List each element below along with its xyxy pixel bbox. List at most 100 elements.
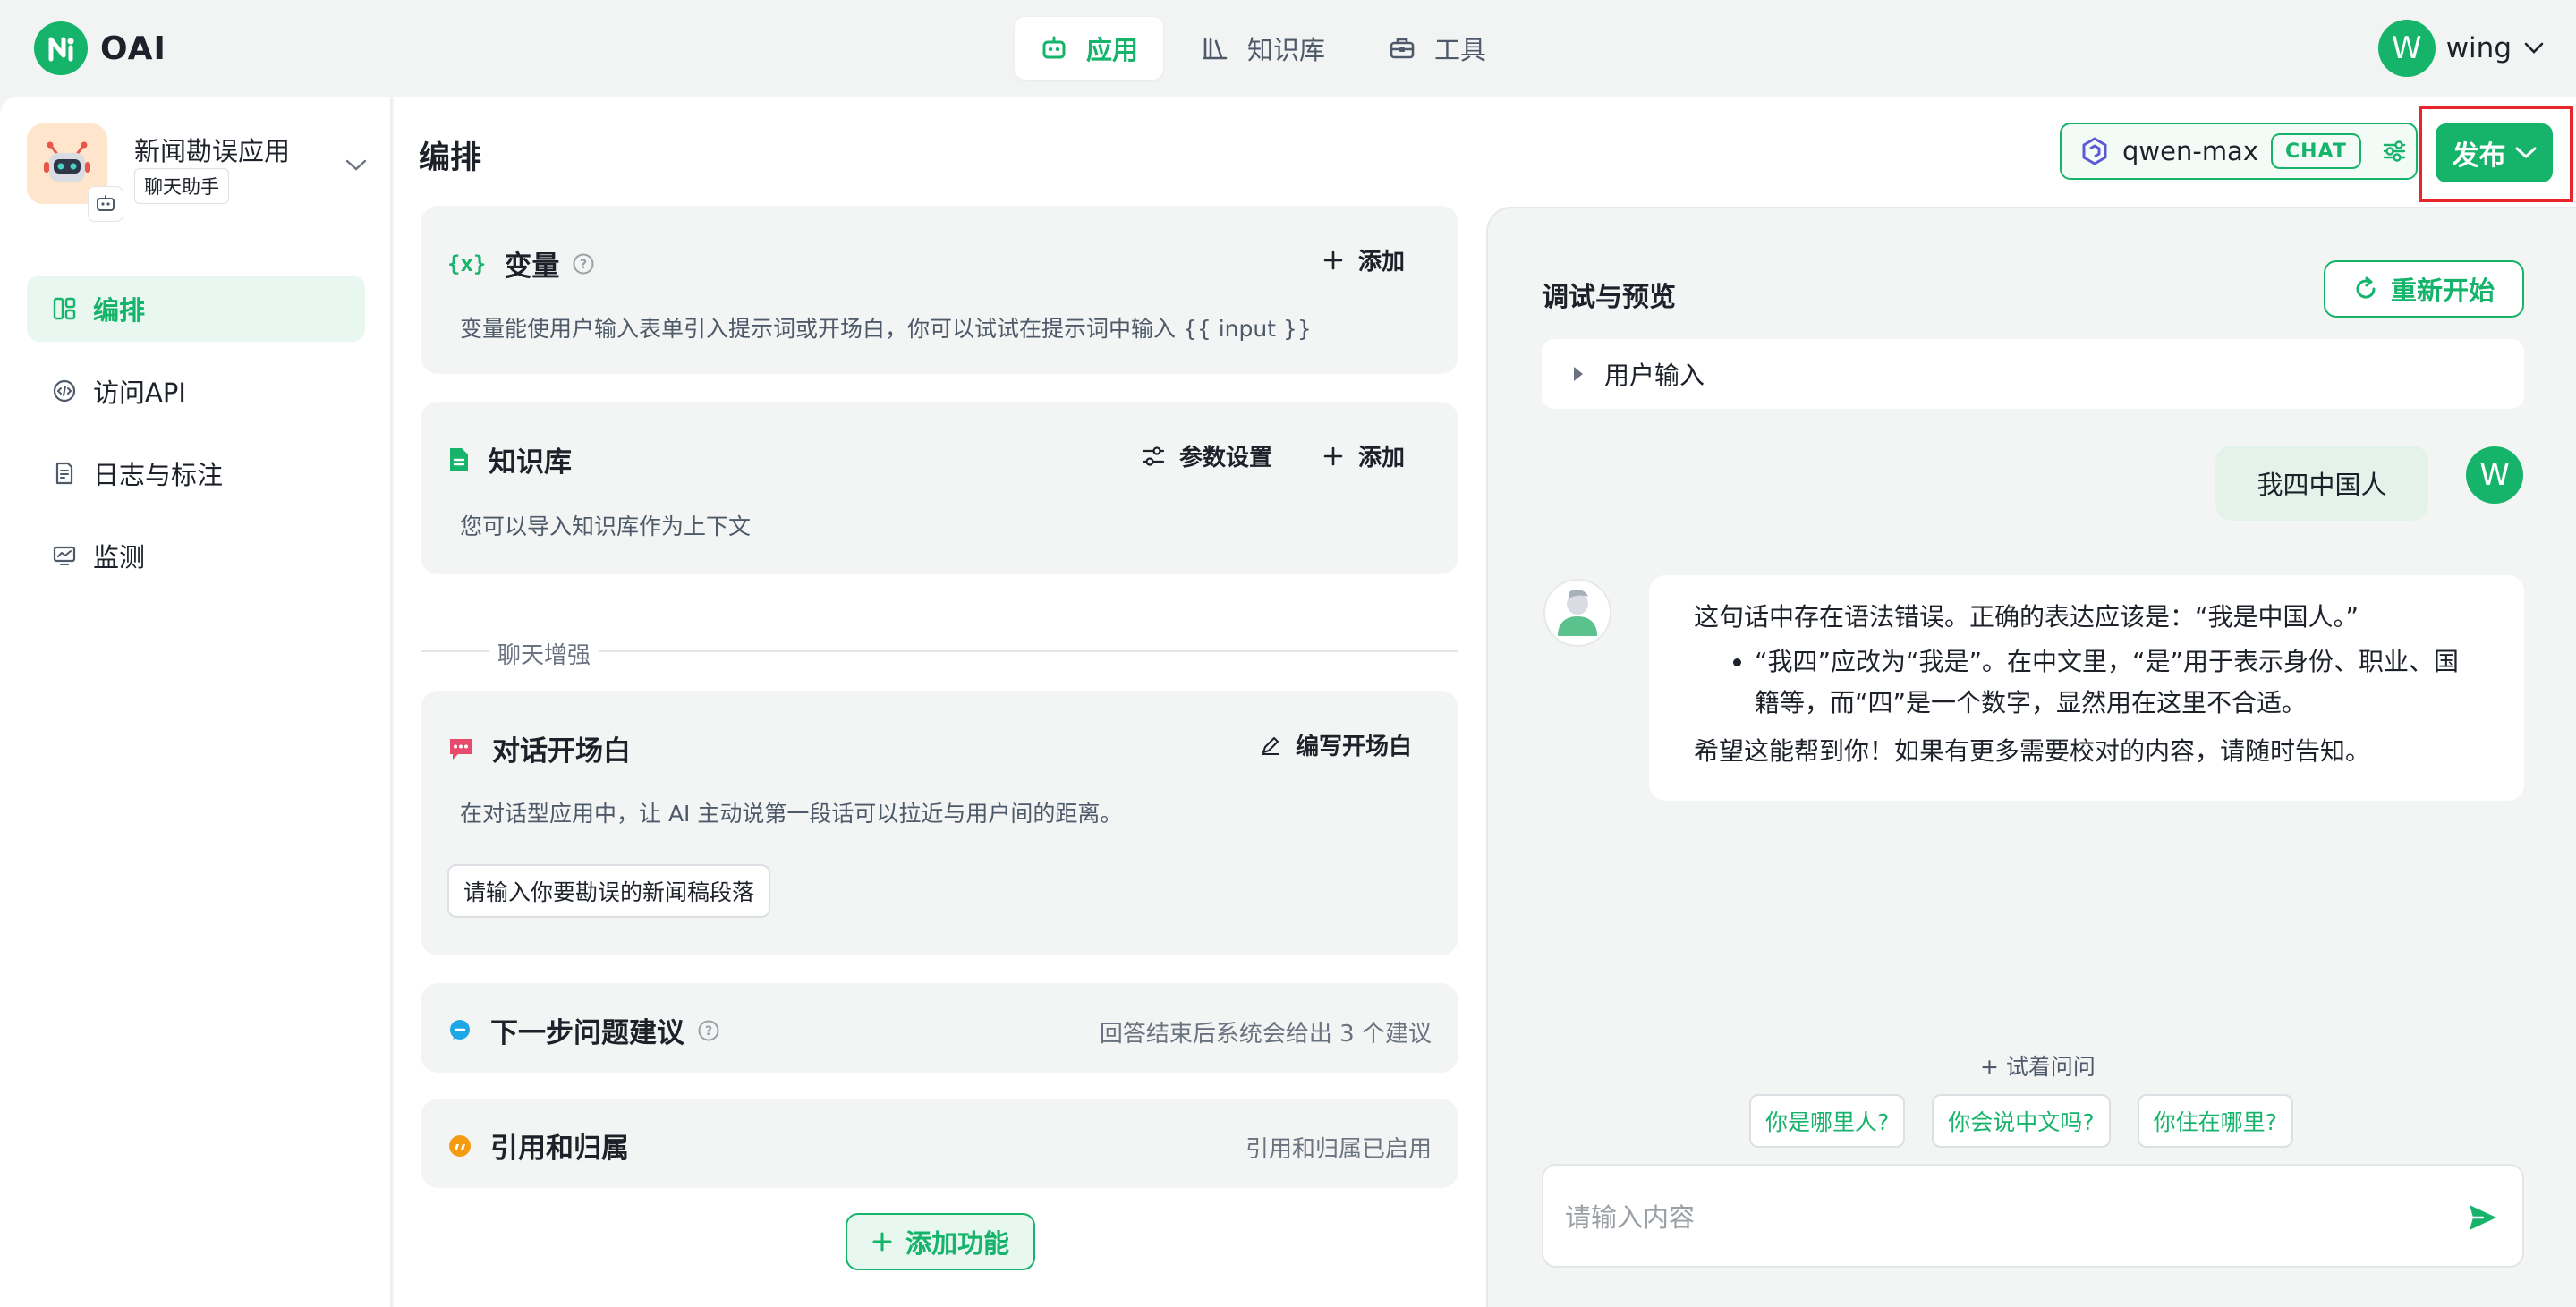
- variables-card: {x} 变量 ? 添加 变量能使用户输入表单引入提示词或开场白，你可以试试在提示…: [421, 206, 1458, 374]
- status-text: 回答结束后系统会给出 3 个建议: [1099, 1021, 1432, 1048]
- plus-icon: [872, 1232, 892, 1252]
- chat-assistant-badge-icon: [88, 186, 123, 222]
- suggested-questions: 你是哪里人? 你会说中文吗? 你住在哪里?: [1749, 1094, 2320, 1148]
- svg-text:?: ?: [580, 258, 587, 272]
- sidebar-menu: 编排 访问API 日志与标注 监测: [27, 276, 365, 605]
- status-text: 引用和归属已启用: [1245, 1136, 1432, 1163]
- main-nav: 应用 知识库 工具: [1015, 17, 1524, 80]
- help-icon[interactable]: ?: [697, 1019, 720, 1042]
- card-title-text: 对话开场白: [492, 735, 631, 768]
- section-divider: 聊天增强: [421, 637, 1458, 670]
- list-item: “我四”应改为“我是”。在中文里，“是”用于表示身份、职业、国籍等，而“四”是一…: [1755, 641, 2479, 724]
- layout-icon: [53, 297, 76, 320]
- assistant-avatar-icon: [1543, 579, 1611, 647]
- pencil-icon: [1262, 736, 1279, 755]
- refresh-icon: [2356, 276, 2376, 299]
- app-selector[interactable]: 新闻勘误应用 聊天助手: [27, 123, 376, 222]
- opener-card: 对话开场白 编写开场白 在对话型应用中，让 AI 主动说第一段话可以拉近与用户间…: [421, 691, 1458, 955]
- add-variable-button[interactable]: 添加: [1322, 243, 1405, 276]
- sidebar-item-api[interactable]: 访问API: [27, 358, 365, 424]
- api-icon: [53, 379, 76, 403]
- nav-tab-label: 知识库: [1247, 35, 1326, 65]
- model-name: qwen-max: [2122, 136, 2258, 166]
- help-icon[interactable]: ?: [572, 252, 595, 276]
- brand-name: OAI: [100, 30, 166, 67]
- sidebar-item-monitor[interactable]: 监测: [27, 522, 365, 589]
- robot-avatar-icon: [44, 141, 90, 182]
- debug-preview-panel: 调试与预览 重新开始 用户输入 我四中国人 W 这句话中存在语法错误。正确的表达…: [1486, 207, 2576, 1307]
- nav-tab-apps[interactable]: 应用: [1015, 17, 1164, 80]
- variable-icon: {x}: [447, 250, 487, 276]
- suggested-question[interactable]: 你住在哪里?: [2137, 1094, 2293, 1148]
- send-icon[interactable]: [2467, 1201, 2499, 1234]
- app-type-badge: 聊天助手: [134, 168, 229, 204]
- sidebar-item-logs[interactable]: 日志与标注: [27, 440, 365, 506]
- chevron-down-icon: [2524, 42, 2544, 54]
- user-input-toggle[interactable]: 用户输入: [1542, 339, 2524, 409]
- assistant-message-bubble: 这句话中存在语法错误。正确的表达应该是：“我是中国人。” “我四”应改为“我是”…: [1649, 575, 2524, 801]
- sidebar-item-label: 日志与标注: [93, 460, 224, 490]
- qwen-logo-icon: [2082, 137, 2107, 165]
- chat-bubble-icon: [450, 738, 472, 760]
- plus-icon: [1323, 250, 1343, 269]
- user-name: wing: [2445, 32, 2512, 64]
- nav-tab-tools[interactable]: 工具: [1363, 17, 1511, 80]
- card-description: 您可以导入知识库作为上下文: [460, 513, 752, 539]
- sidebar-item-label: 监测: [93, 542, 146, 573]
- add-knowledge-button[interactable]: 添加: [1322, 439, 1405, 472]
- card-title: {x} 变量 ?: [447, 243, 595, 284]
- log-icon: [55, 462, 73, 485]
- message-paragraph: 希望这能帮到你！如果有更多需要校对的内容，请随时告知。: [1694, 736, 2371, 766]
- next-suggest-card[interactable]: 下一步问题建议 ? 回答结束后系统会给出 3 个建议: [421, 983, 1458, 1073]
- card-description: 在对话型应用中，让 AI 主动说第一段话可以拉近与用户间的距离。: [460, 801, 1123, 827]
- card-description: 变量能使用户输入表单引入提示词或开场白，你可以试试在提示词中输入 {{ inpu…: [460, 316, 1312, 342]
- card-title-text: 引用和归属: [490, 1133, 629, 1165]
- chevron-down-icon[interactable]: [345, 159, 367, 172]
- try-ask-label: + 试着问问: [1980, 1054, 2096, 1080]
- user-menu[interactable]: W wing: [2377, 20, 2544, 77]
- sliders-icon[interactable]: [2381, 138, 2408, 165]
- restart-button[interactable]: 重新开始: [2324, 260, 2524, 318]
- suggested-question[interactable]: 你会说中文吗?: [1932, 1094, 2111, 1148]
- avatar: W: [2466, 446, 2523, 504]
- opener-text-chip[interactable]: 请输入你要勘误的新闻稿段落: [447, 864, 771, 918]
- suggested-question[interactable]: 你是哪里人?: [1749, 1094, 1906, 1148]
- model-selector[interactable]: qwen-max CHAT: [2060, 123, 2418, 180]
- page-title: 编排: [419, 140, 482, 176]
- card-title-text: 下一步问题建议: [490, 1017, 684, 1049]
- citation-card[interactable]: 引用和归属 引用和归属已启用: [421, 1099, 1458, 1188]
- brand-logo[interactable]: OAI: [34, 21, 166, 75]
- sidebar: 新闻勘误应用 聊天助手 编排 访问API 日志与标注 监测: [0, 97, 392, 1307]
- document-icon: [450, 447, 468, 471]
- add-feature-button[interactable]: 添加功能: [846, 1213, 1035, 1270]
- nav-tab-knowledge[interactable]: 知识库: [1176, 17, 1350, 80]
- nav-tab-label: 应用: [1086, 35, 1139, 65]
- knowledge-params-button[interactable]: 参数设置: [1142, 439, 1272, 472]
- publish-label: 发布: [2452, 140, 2506, 172]
- avatar: W: [2377, 20, 2436, 77]
- plus-icon: [1323, 446, 1343, 465]
- publish-button[interactable]: 发布: [2436, 123, 2553, 182]
- preview-title: 调试与预览: [1542, 282, 1676, 313]
- card-title: 对话开场白: [447, 728, 631, 768]
- user-message-bubble: 我四中国人: [2215, 446, 2428, 521]
- svg-text:?: ?: [705, 1024, 712, 1039]
- logo-icon: [34, 21, 88, 75]
- edit-opener-button[interactable]: 编写开场白: [1260, 728, 1412, 761]
- card-title-text: 知识库: [489, 446, 572, 479]
- card-title: 知识库: [447, 439, 572, 480]
- chat-input[interactable]: [1565, 1192, 2424, 1243]
- app-name: 新闻勘误应用: [134, 136, 291, 166]
- sidebar-item-label: 访问API: [93, 378, 186, 408]
- model-mode-badge: CHAT: [2271, 133, 2361, 169]
- robot-icon: [1042, 36, 1066, 59]
- message-icon: [450, 1019, 470, 1040]
- chevron-down-icon: [2515, 147, 2536, 159]
- chat-input-box: [1542, 1164, 2524, 1268]
- message-list: “我四”应改为“我是”。在中文里，“是”用于表示身份、职业、国籍等，而“四”是一…: [1694, 641, 2479, 724]
- sidebar-item-orchestrate[interactable]: 编排: [27, 276, 365, 342]
- sliders-icon: [1142, 446, 1165, 466]
- toolbox-icon: [1390, 38, 1415, 59]
- nav-tab-label: 工具: [1434, 35, 1487, 65]
- quote-icon: [449, 1134, 471, 1157]
